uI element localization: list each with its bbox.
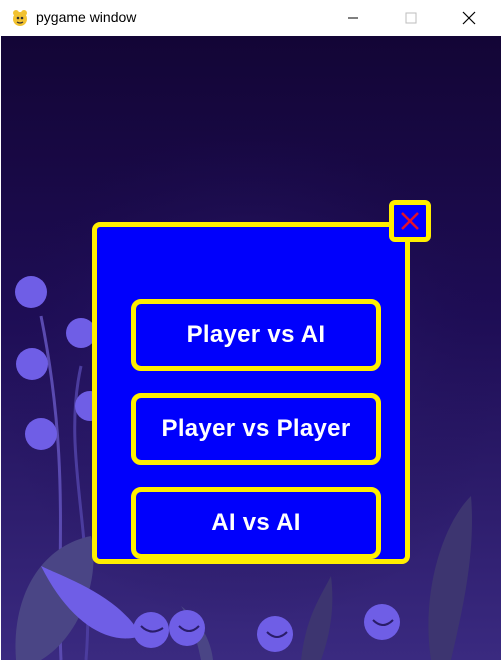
menu-close-button[interactable] <box>389 200 431 242</box>
close-x-icon <box>401 212 419 230</box>
ai-vs-ai-button[interactable]: AI vs AI <box>131 487 381 559</box>
pygame-window: pygame window Player vs AI Player vs Pla… <box>0 0 502 660</box>
title-bar[interactable]: pygame window <box>0 0 502 36</box>
window-title: pygame window <box>36 9 137 25</box>
mode-select-panel: Player vs AI Player vs Player AI vs AI <box>92 222 410 564</box>
maximize-button[interactable] <box>388 0 434 36</box>
player-vs-player-button[interactable]: Player vs Player <box>131 393 381 465</box>
minimize-button[interactable] <box>330 0 376 36</box>
window-close-button[interactable] <box>446 0 492 36</box>
close-icon <box>462 11 476 25</box>
maximize-icon <box>405 12 417 24</box>
game-canvas[interactable]: Player vs AI Player vs Player AI vs AI <box>1 36 501 660</box>
player-vs-ai-button[interactable]: Player vs AI <box>131 299 381 371</box>
minimize-icon <box>348 17 358 19</box>
pygame-snake-icon <box>10 8 30 28</box>
